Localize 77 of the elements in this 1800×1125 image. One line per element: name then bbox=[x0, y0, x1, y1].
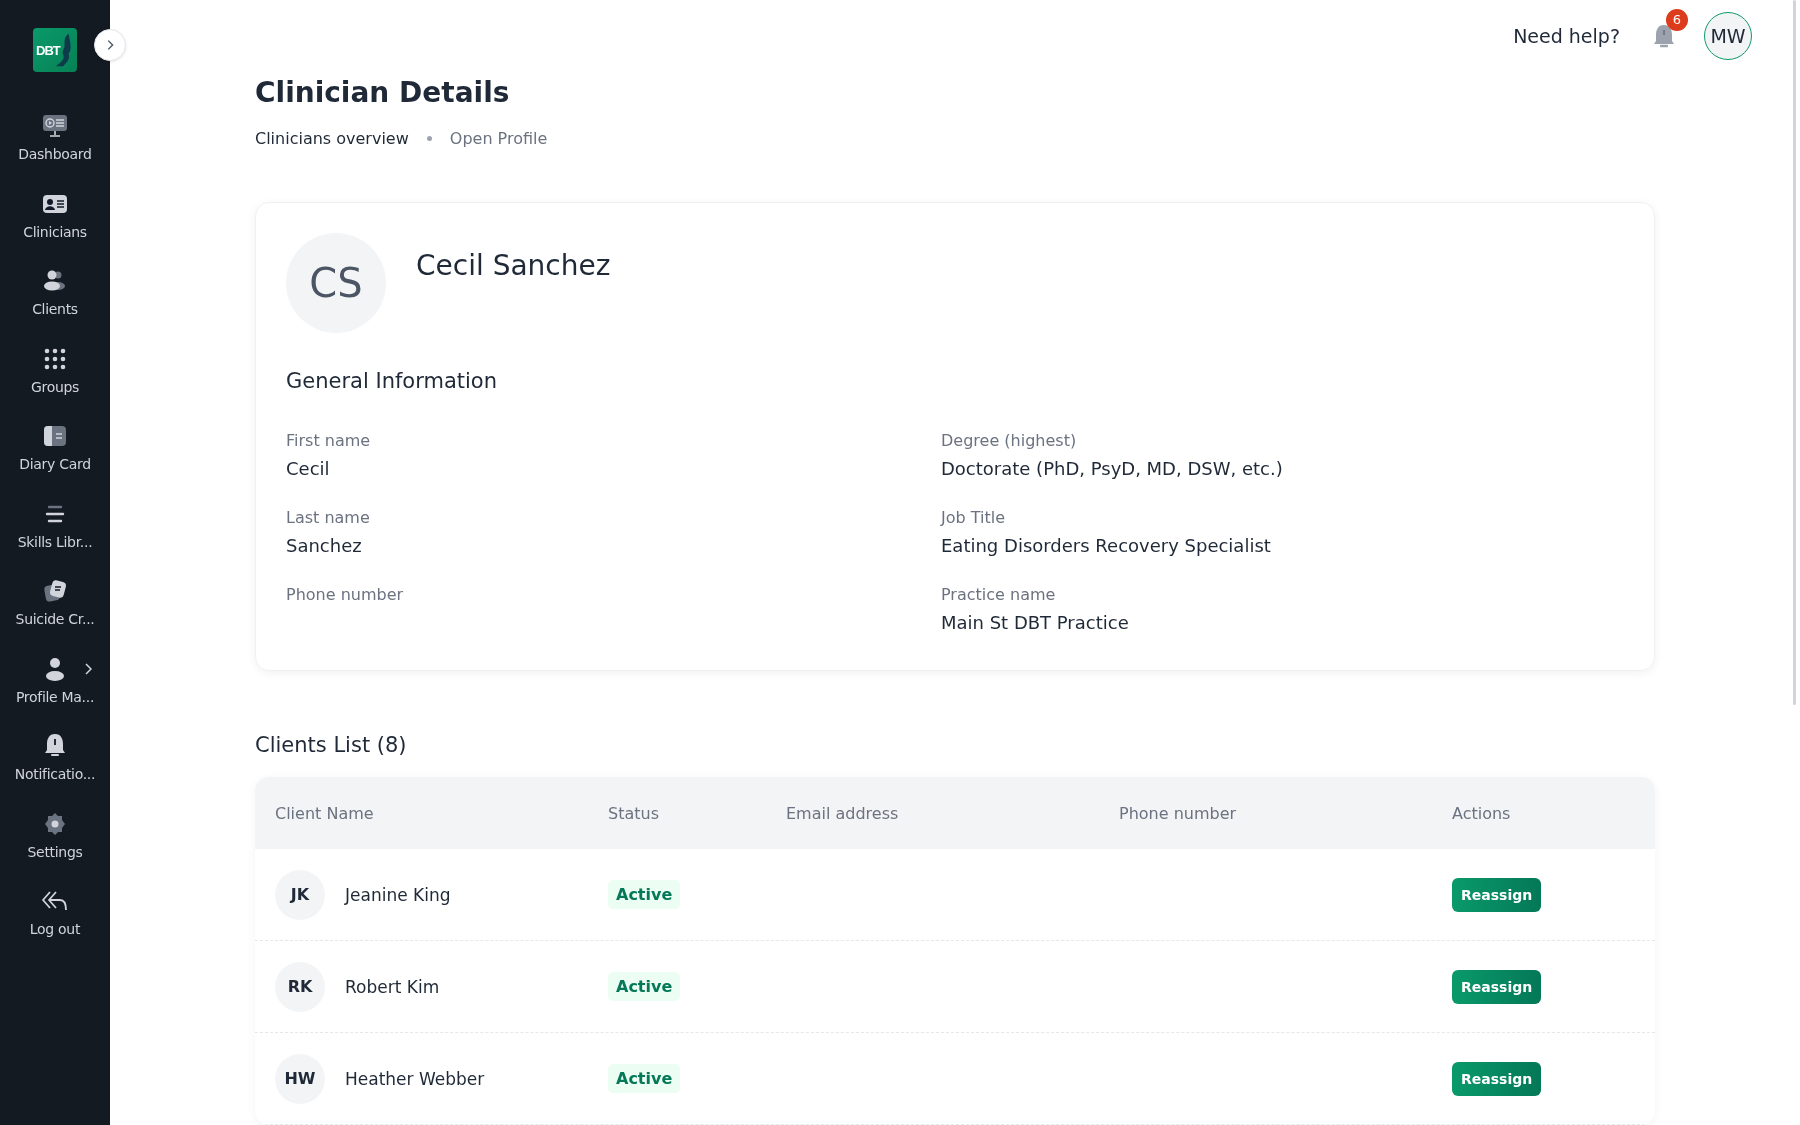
logout-icon bbox=[42, 890, 68, 912]
monitor-icon bbox=[42, 113, 68, 139]
user-avatar[interactable]: MW bbox=[1704, 11, 1752, 60]
users-icon bbox=[42, 269, 68, 293]
column-header: Client Name bbox=[275, 803, 375, 823]
status-badge: Active bbox=[608, 1064, 681, 1093]
field-value: Eating Disorders Recovery Specialist bbox=[941, 535, 1272, 556]
nav-label: Profile Ma... bbox=[15, 688, 95, 705]
breadcrumb-link[interactable]: Open Profile bbox=[449, 129, 548, 148]
nav-label: Clients bbox=[32, 301, 78, 317]
nav-label: Skills Libr... bbox=[17, 533, 93, 550]
client-name: Jeanine King bbox=[345, 884, 451, 905]
help-link[interactable]: Need help? bbox=[1513, 24, 1620, 47]
client-avatar: JK bbox=[275, 869, 325, 920]
field-label: Practice name bbox=[941, 585, 1057, 604]
id-card-icon bbox=[42, 192, 68, 215]
field-label: Degree (highest) bbox=[941, 431, 1078, 450]
field-label: Job Title bbox=[941, 508, 1007, 527]
client-avatar: RK bbox=[275, 961, 325, 1012]
bell-icon bbox=[44, 733, 66, 759]
reassign-button[interactable]: Reassign bbox=[1452, 1061, 1542, 1096]
nav-label: Groups bbox=[30, 378, 80, 395]
note-icon bbox=[43, 579, 67, 603]
field-label: Last name bbox=[286, 508, 371, 527]
nav-item[interactable]: Diary Card bbox=[0, 422, 110, 500]
clinician-name: Cecil Sanchez bbox=[416, 249, 611, 282]
client-name: Robert Kim bbox=[345, 976, 440, 997]
logo[interactable]: DBT bbox=[33, 28, 77, 72]
reassign-button[interactable]: Reassign bbox=[1452, 877, 1542, 912]
lines-icon bbox=[44, 503, 66, 524]
client-avatar: HW bbox=[275, 1053, 325, 1104]
nav-label: Notificatio... bbox=[14, 766, 96, 782]
field-value: Cecil bbox=[286, 458, 331, 479]
nav-label: Log out bbox=[29, 921, 81, 937]
field-value: Doctorate (PhD, PsyD, MD, DSW, etc.) bbox=[941, 458, 1284, 479]
field-label: Phone number bbox=[286, 585, 405, 604]
nav-label: Suicide Cr... bbox=[15, 611, 95, 627]
nav-item[interactable]: Notificatio... bbox=[0, 732, 110, 810]
nav-label: Dashboard bbox=[18, 146, 92, 162]
nav-item[interactable]: Clinicians bbox=[0, 189, 110, 267]
settings-icon bbox=[43, 811, 67, 836]
scrollbar[interactable] bbox=[1793, 0, 1796, 705]
status-badge: Active bbox=[608, 880, 681, 909]
breadcrumb-separator bbox=[426, 136, 432, 141]
nav-item[interactable]: Groups bbox=[0, 344, 110, 422]
nav-item[interactable]: Profile Ma... bbox=[0, 654, 110, 732]
nav-item[interactable]: Suicide Cr... bbox=[0, 577, 110, 655]
breadcrumb-link[interactable]: Clinicians overview bbox=[255, 129, 409, 148]
column-header: Actions bbox=[1452, 803, 1512, 823]
column-header: Status bbox=[608, 803, 660, 823]
client-name: Heather Webber bbox=[345, 1068, 485, 1089]
expand-sidebar-button[interactable] bbox=[94, 29, 126, 61]
user-icon bbox=[44, 656, 66, 681]
nav-item[interactable]: Clients bbox=[0, 267, 110, 345]
nav-label: Clinicians bbox=[23, 223, 87, 240]
nav-label: Diary Card bbox=[19, 456, 91, 472]
notification-bell-icon[interactable] bbox=[1652, 22, 1676, 49]
page-title: Clinician Details bbox=[255, 76, 511, 109]
card-icon bbox=[43, 424, 67, 448]
nav-item[interactable]: Settings bbox=[0, 809, 110, 887]
nav-item[interactable]: Dashboard bbox=[0, 112, 110, 190]
reassign-button[interactable]: Reassign bbox=[1452, 969, 1542, 1004]
column-header: Phone number bbox=[1119, 803, 1238, 823]
nav-item[interactable]: Skills Libr... bbox=[0, 499, 110, 577]
field-value: Main St DBT Practice bbox=[941, 612, 1130, 633]
clients-list-title: Clients List (8) bbox=[255, 733, 408, 757]
nav-label: Settings bbox=[27, 843, 83, 860]
notification-count-badge: 6 bbox=[1666, 8, 1688, 31]
chevron-right-icon bbox=[84, 662, 92, 675]
field-value: Sanchez bbox=[286, 535, 363, 556]
nav-item[interactable]: Log out bbox=[0, 887, 110, 965]
column-header: Email address bbox=[786, 803, 900, 823]
status-badge: Active bbox=[608, 972, 681, 1001]
section-title: General Information bbox=[286, 369, 498, 393]
field-label: First name bbox=[286, 431, 372, 450]
clinician-avatar: CS bbox=[286, 233, 386, 333]
grid-dots-icon bbox=[44, 347, 66, 370]
